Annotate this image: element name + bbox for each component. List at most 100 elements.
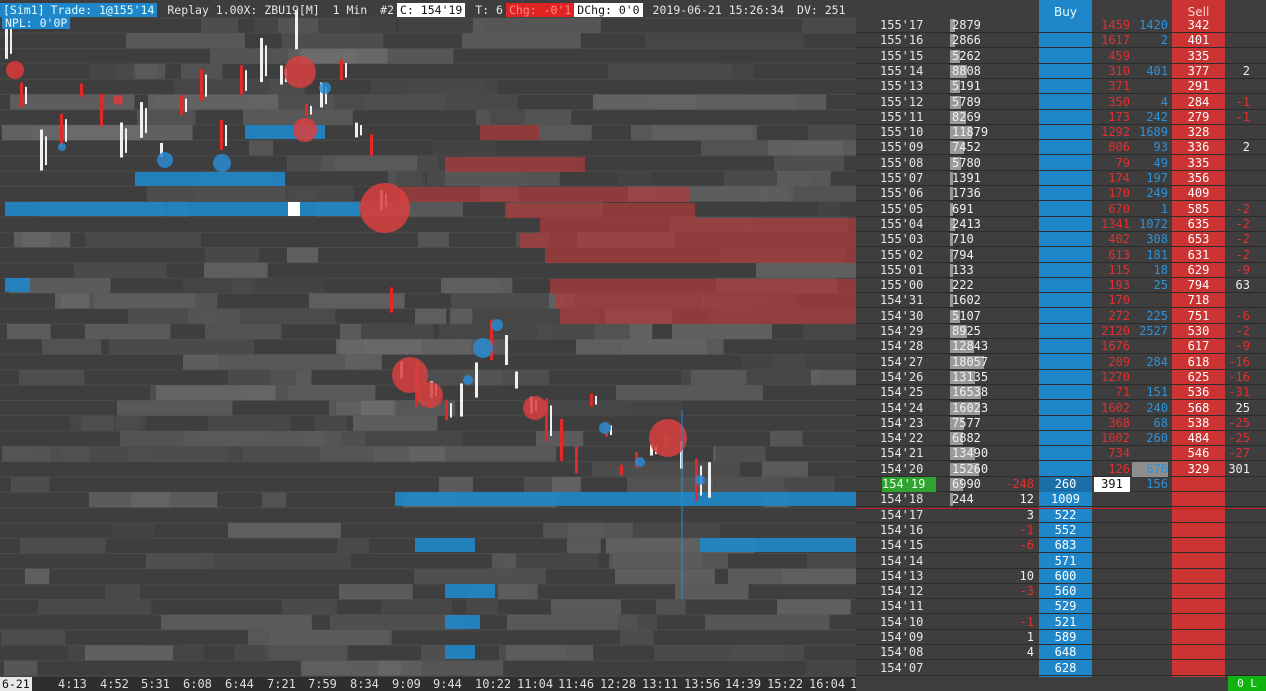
bid-delta: -6 bbox=[1019, 538, 1034, 552]
ladder-row[interactable]: 154'11 529 bbox=[856, 599, 1266, 614]
buy-size[interactable]: 529 bbox=[1039, 599, 1092, 614]
ladder-row[interactable]: 155'03 710 402 308 653 -2 bbox=[856, 232, 1266, 247]
ladder-row[interactable]: 154'16 -1 552 bbox=[856, 523, 1266, 538]
sell-size[interactable]: 335 bbox=[1172, 49, 1225, 64]
buy-size[interactable]: 1009 bbox=[1039, 492, 1092, 507]
buy-size[interactable]: 589 bbox=[1039, 630, 1092, 645]
ladder-row[interactable]: 154'24 16023 1602 240 568 25 bbox=[856, 401, 1266, 416]
chart-panel[interactable]: [Sim1] Trade: 1@155'14 Replay 1.00X: ZBU1… bbox=[0, 0, 856, 691]
sell-size[interactable]: 536 bbox=[1172, 385, 1225, 400]
buy-size[interactable]: 628 bbox=[1039, 661, 1092, 676]
sell-size[interactable]: 538 bbox=[1172, 416, 1225, 431]
ladder-row[interactable]: 155'07 1391 174 197 356 bbox=[856, 171, 1266, 186]
ladder-row[interactable]: 154'19 6990 -248 260 391 156 bbox=[856, 477, 1266, 492]
sell-size[interactable]: 751 bbox=[1172, 309, 1225, 324]
ladder-row[interactable]: 154'22 6882 1002 260 484 -25 bbox=[856, 431, 1266, 446]
sell-size[interactable]: 291 bbox=[1172, 79, 1225, 94]
ladder-row[interactable]: 155'09 7452 806 93 336 2 bbox=[856, 140, 1266, 155]
sell-size[interactable]: 653 bbox=[1172, 232, 1225, 247]
ladder-row[interactable]: 154'20 15260 126 676 329 301 bbox=[856, 462, 1266, 477]
ladder-row[interactable]: 155'16 2866 1617 2 401 bbox=[856, 33, 1266, 48]
sell-size[interactable]: 401 bbox=[1172, 33, 1225, 48]
ladder-row[interactable]: 154'29 8925 2120 2527 530 -2 bbox=[856, 324, 1266, 339]
sell-size[interactable]: 284 bbox=[1172, 95, 1225, 110]
buy-size[interactable]: 560 bbox=[1039, 584, 1092, 599]
price-bar bbox=[220, 119, 223, 151]
ladder-row[interactable]: 155'01 133 115 18 629 -9 bbox=[856, 263, 1266, 278]
price-ladder[interactable]: Buy Sell 155'17 2879 1459 1420 342 155'16 2866… bbox=[856, 0, 1266, 691]
ladder-row[interactable]: 155'00 222 193 25 794 63 bbox=[856, 278, 1266, 293]
buy-size[interactable]: 260 bbox=[1039, 477, 1092, 492]
ask-delta: -31 bbox=[1228, 385, 1250, 399]
ladder-row[interactable]: 155'14 8808 310 401 377 2 bbox=[856, 64, 1266, 79]
ladder-row[interactable]: 154'25 16538 71 151 536 -31 bbox=[856, 385, 1266, 400]
ladder-row[interactable]: 154'12 -3 560 bbox=[856, 584, 1266, 599]
ladder-row[interactable]: 154'26 13135 1270 625 -16 bbox=[856, 370, 1266, 385]
buy-size[interactable]: 552 bbox=[1039, 523, 1092, 538]
ladder-row[interactable]: 154'18 244 12 1009 bbox=[856, 492, 1266, 507]
position-status[interactable]: 0 L bbox=[1228, 676, 1266, 691]
ladder-row[interactable]: 154'14 571 bbox=[856, 554, 1266, 569]
price-chart[interactable] bbox=[0, 0, 856, 677]
interval-label[interactable]: 1 Min bbox=[330, 3, 371, 17]
buy-size[interactable]: 521 bbox=[1039, 615, 1092, 630]
ladder-row[interactable]: 154'28 12843 1676 617 -9 bbox=[856, 339, 1266, 354]
time-axis[interactable]: 6-21 4:13 4:52 5:31 6:08 6:44 7:21 7:59 8:34 9:0… bbox=[0, 677, 856, 691]
sell-size[interactable]: 629 bbox=[1172, 263, 1225, 278]
sell-size[interactable]: 409 bbox=[1172, 186, 1225, 201]
ladder-row[interactable]: 155'15 5262 459 335 bbox=[856, 49, 1266, 64]
ladder-row[interactable]: 155'08 5780 79 49 335 bbox=[856, 156, 1266, 171]
sell-size[interactable]: 336 bbox=[1172, 140, 1225, 155]
sell-size[interactable]: 568 bbox=[1172, 401, 1225, 416]
sell-size[interactable]: 328 bbox=[1172, 125, 1225, 140]
ladder-row[interactable]: 154'15 -6 683 bbox=[856, 538, 1266, 553]
sell-size[interactable]: 279 bbox=[1172, 110, 1225, 125]
ladder-row[interactable]: 155'05 691 670 1 585 -2 bbox=[856, 202, 1266, 217]
buy-size[interactable]: 571 bbox=[1039, 554, 1092, 569]
ladder-row[interactable]: 154'10 -1 521 bbox=[856, 615, 1266, 630]
ladder-row[interactable]: 154'13 10 600 bbox=[856, 569, 1266, 584]
sell-size[interactable]: 631 bbox=[1172, 248, 1225, 263]
ladder-row[interactable]: 154'27 18057 209 284 618 -16 bbox=[856, 355, 1266, 370]
sell-size[interactable]: 342 bbox=[1172, 18, 1225, 33]
ladder-row[interactable]: 155'10 11879 1292 1689 328 bbox=[856, 125, 1266, 140]
buy-size[interactable]: 648 bbox=[1039, 645, 1092, 660]
sell-size[interactable]: 625 bbox=[1172, 370, 1225, 385]
sell-size[interactable]: 617 bbox=[1172, 339, 1225, 354]
ladder-row[interactable]: 155'12 5789 350 4 284 -1 bbox=[856, 95, 1266, 110]
buy-size[interactable]: 522 bbox=[1039, 508, 1092, 523]
sell-size[interactable]: 530 bbox=[1172, 324, 1225, 339]
sell-size[interactable]: 635 bbox=[1172, 217, 1225, 232]
sell-header[interactable]: Sell bbox=[1172, 5, 1225, 19]
ladder-row[interactable]: 154'08 4 648 bbox=[856, 645, 1266, 660]
ladder-row[interactable]: 155'02 794 613 181 631 -2 bbox=[856, 248, 1266, 263]
ladder-row[interactable]: 155'17 2879 1459 1420 342 bbox=[856, 18, 1266, 33]
ladder-row[interactable]: 154'07 628 bbox=[856, 661, 1266, 676]
ladder-row[interactable]: 154'17 3 522 bbox=[856, 508, 1266, 523]
sell-size[interactable]: 546 bbox=[1172, 446, 1225, 461]
sell-size[interactable]: 718 bbox=[1172, 293, 1225, 308]
trade-bubble bbox=[463, 375, 473, 385]
sell-size[interactable]: 484 bbox=[1172, 431, 1225, 446]
ask-delta: -25 bbox=[1228, 416, 1250, 430]
ladder-row[interactable]: 154'31 1602 170 718 bbox=[856, 293, 1266, 308]
ladder-row[interactable]: 154'09 1 589 bbox=[856, 630, 1266, 645]
sell-size[interactable]: 335 bbox=[1172, 156, 1225, 171]
sell-size[interactable]: 377 bbox=[1172, 64, 1225, 79]
sell-size[interactable]: 794 bbox=[1172, 278, 1225, 293]
ladder-row[interactable]: 154'23 7577 368 68 538 -25 bbox=[856, 416, 1266, 431]
ladder-row[interactable]: 154'30 5107 272 225 751 -6 bbox=[856, 309, 1266, 324]
ladder-row[interactable]: 155'13 5191 371 291 bbox=[856, 79, 1266, 94]
sell-size[interactable]: 585 bbox=[1172, 202, 1225, 217]
ladder-row[interactable]: 155'06 1736 170 249 409 bbox=[856, 186, 1266, 201]
ladder-row[interactable]: 154'21 13490 734 546 -27 bbox=[856, 446, 1266, 461]
buy-size[interactable]: 600 bbox=[1039, 569, 1092, 584]
sell-size[interactable]: 356 bbox=[1172, 171, 1225, 186]
ladder-row[interactable]: 155'11 8269 173 242 279 -1 bbox=[856, 110, 1266, 125]
ladder-row[interactable]: 155'04 2413 1341 1072 635 -2 bbox=[856, 217, 1266, 232]
account-label[interactable]: [Sim1] bbox=[0, 3, 48, 17]
buy-size[interactable]: 683 bbox=[1039, 538, 1092, 553]
sell-size[interactable]: 329 bbox=[1172, 462, 1225, 477]
sell-size[interactable]: 618 bbox=[1172, 355, 1225, 370]
buy-header[interactable]: Buy bbox=[1039, 5, 1092, 19]
